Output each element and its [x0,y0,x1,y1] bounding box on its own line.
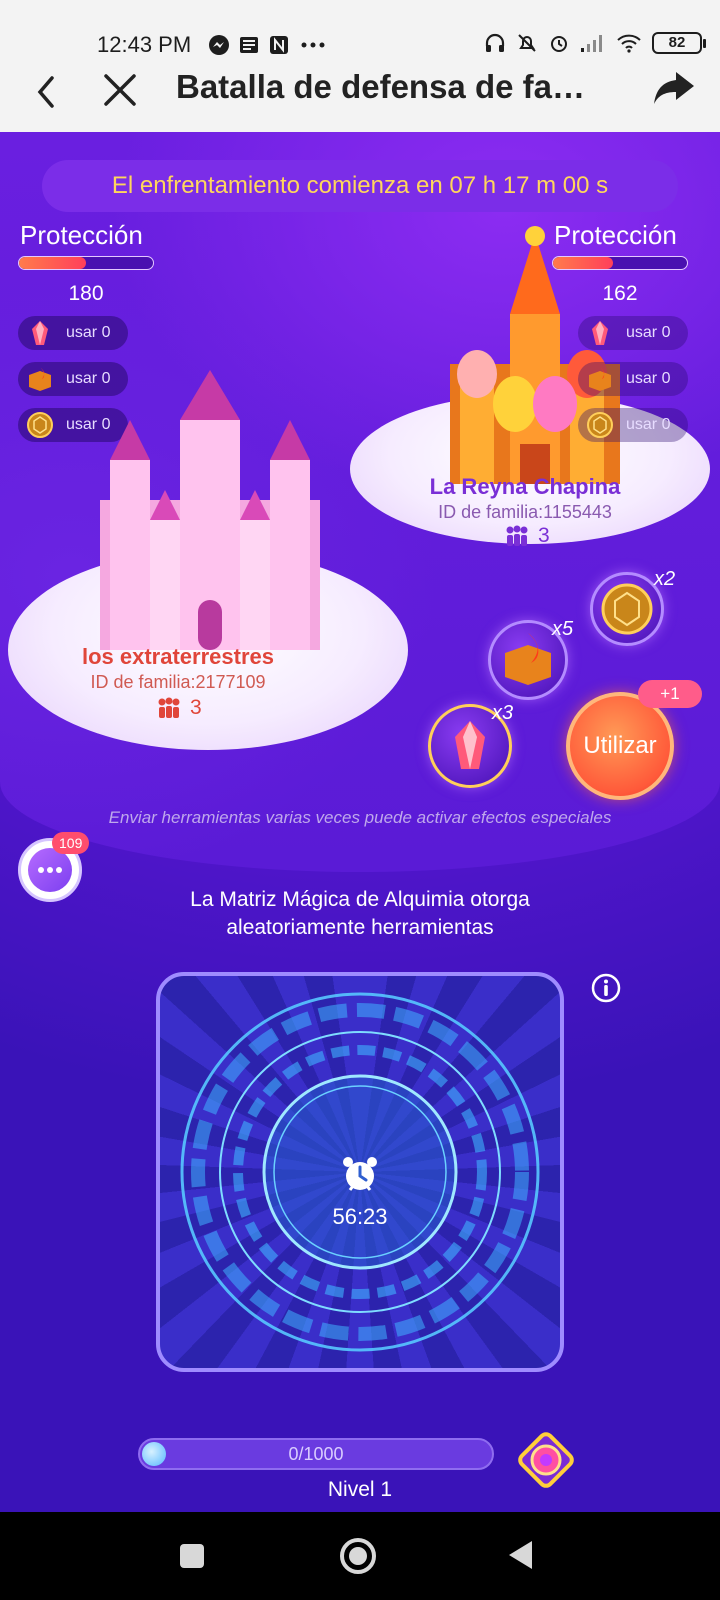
chat-unread-badge: 109 [52,832,90,854]
progress-text: 0/1000 [288,1444,344,1464]
fire-book-icon [589,367,611,391]
level-label: Nivel 1 [327,1478,393,1501]
shield-ball-icon [27,412,53,438]
plus-badge: +1 [638,680,702,708]
news-icon [240,37,258,53]
back-arrow-icon[interactable] [28,70,68,114]
left-use-crystal-button[interactable]: usar 0 [18,316,128,350]
left-member-count: 3 [156,696,202,720]
alchemy-matrix[interactable]: 56:23 [156,972,564,1372]
fire-book-icon [29,367,51,391]
more-dots-icon [301,42,325,48]
right-use-crystal-button[interactable]: usar 0 [578,316,688,350]
wifi-icon [617,34,641,53]
headphones-icon [485,33,505,52]
left-protection-bar-fill [19,257,86,269]
system-indicators: 82 [484,32,706,54]
signal-icon [581,35,602,52]
mute-bell-icon [518,34,536,52]
right-use-book-button[interactable]: usar 0 [578,362,688,396]
shield-ball-icon [587,412,613,438]
right-family-name: La Reyna Chapina [429,474,621,499]
left-family-name: los extraterrestres [81,644,274,669]
members-icon [506,525,528,546]
status-time: 12:43 PM [97,32,192,57]
use-count: 0 [661,324,671,341]
left-castle-image [100,370,320,650]
battery-indicator: 82 [652,32,706,54]
use-count: 0 [661,416,671,433]
home-icon[interactable] [338,1536,378,1576]
left-protection-value: 180 [68,282,104,305]
close-icon[interactable] [98,68,142,112]
countdown-banner: El enfrentamiento comienza en 07 h 17 m … [42,160,678,212]
left-protection-label: Protección [20,220,143,250]
matrix-title: La Matriz Mágica de Alquimia otorga alea… [0,886,720,942]
use-label: usar [626,416,658,433]
messenger-icon [209,35,229,55]
matrix-title-line2: aleatoriamente herramientas [226,916,494,939]
members-icon [158,697,180,718]
app-n-icon [270,36,288,54]
right-family-id: ID de familia:1155443 [438,502,612,522]
level-reward-gem-icon[interactable] [512,1426,580,1494]
shield-tool-button[interactable] [590,572,664,646]
alarm-icon [551,36,567,52]
use-tools-button[interactable]: Utilizar [566,692,674,800]
shield-multiplier: x2 [654,568,676,590]
page-title: Batalla de defensa de fa… [176,68,585,105]
notification-icons [208,34,328,56]
use-label: usar [66,324,98,341]
right-member-count-value: 3 [538,524,550,547]
back-triangle-icon[interactable] [506,1538,536,1572]
hint-text: Enviar herramientas varias veces puede a… [108,808,612,827]
crystal-multiplier: x3 [492,702,514,724]
book-multiplier: x5 [552,618,574,640]
recents-icon[interactable] [178,1542,206,1570]
battle-content: El enfrentamiento comienza en 07 h 17 m … [0,132,720,1512]
right-member-count: 3 [504,524,550,548]
right-castle-image [450,226,620,484]
info-icon[interactable] [590,972,622,1004]
level-progress-bar: 0/1000 [138,1438,494,1470]
nav-bar: Batalla de defensa de fa… [0,60,720,132]
left-protection-bar [18,256,154,270]
system-nav-bar [0,1512,720,1600]
share-icon[interactable] [652,68,696,108]
use-count: 0 [101,324,111,341]
matrix-title-line1: La Matriz Mágica de Alquimia otorga [190,888,530,911]
crystal-icon [592,321,608,345]
use-label: usar [626,370,658,387]
status-bar: 12:43 PM 82 [0,0,720,60]
use-count: 0 [661,370,671,387]
left-family-id: ID de familia:2177109 [90,672,266,692]
left-member-count-value: 3 [190,696,202,719]
alarm-clock-icon [343,1157,377,1191]
crystal-icon [32,321,48,345]
matrix-timer: 56:23 [332,1204,388,1229]
right-use-shield-button[interactable]: usar 0 [578,408,688,442]
use-label: usar [626,324,658,341]
shield-ball-icon [601,583,653,635]
